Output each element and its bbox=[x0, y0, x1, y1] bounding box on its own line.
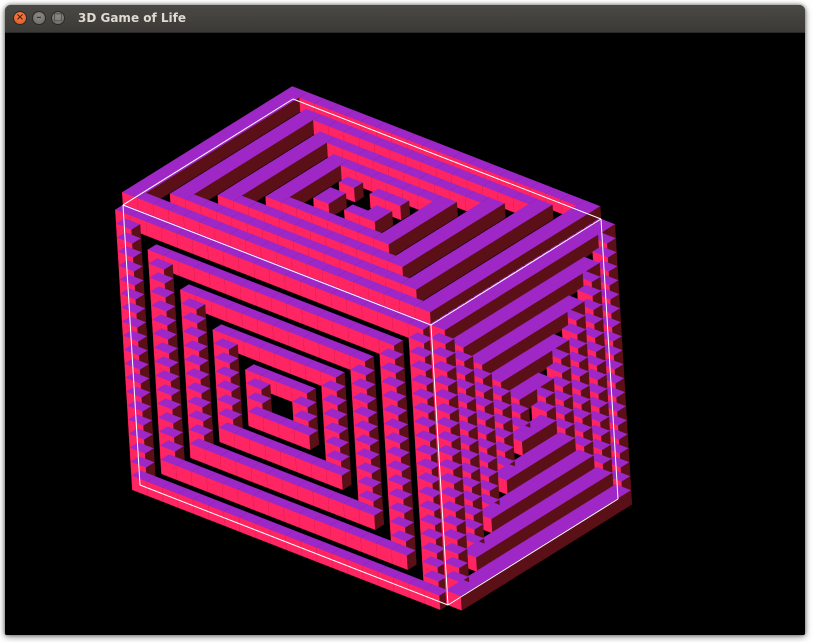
minimize-icon: – bbox=[36, 12, 42, 23]
3d-viewport[interactable] bbox=[5, 33, 805, 635]
close-icon: × bbox=[15, 12, 25, 23]
life-cube-render bbox=[114, 86, 633, 611]
maximize-button[interactable]: □ bbox=[51, 11, 65, 25]
title-bar[interactable]: × – □ 3D Game of Life bbox=[5, 5, 805, 33]
application-window: × – □ 3D Game of Life bbox=[5, 5, 805, 635]
window-title: 3D Game of Life bbox=[78, 11, 187, 25]
close-button[interactable]: × bbox=[13, 11, 27, 25]
minimize-button[interactable]: – bbox=[32, 11, 46, 25]
maximize-icon: □ bbox=[53, 12, 63, 23]
